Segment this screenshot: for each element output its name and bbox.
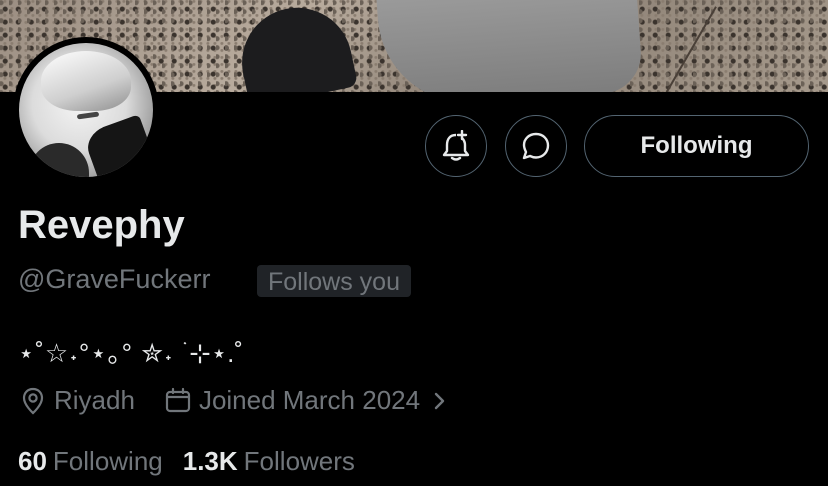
avatar-hair: [41, 51, 131, 111]
follows-you-badge: Follows you: [257, 265, 411, 297]
following-button[interactable]: Following: [584, 115, 809, 177]
location-item: Riyadh: [18, 385, 135, 416]
calendar-icon: [165, 387, 191, 412]
following-stat[interactable]: 60 Following: [18, 446, 163, 477]
banner-shoe: [231, 0, 359, 92]
message-button[interactable]: [505, 115, 567, 177]
display-name: Revephy: [18, 203, 185, 247]
followers-label: Followers: [243, 446, 355, 476]
bell-plus-icon: [442, 130, 470, 161]
profile-bio: ⋆˚☆˖°⋆｡° ✮˖ ࣪ ⊹⋆.˚: [18, 338, 244, 368]
user-handle: @GraveFuckerr: [18, 264, 211, 294]
followers-count: 1.3K: [182, 446, 238, 476]
avatar-shadow: [82, 114, 153, 177]
location-text: Riyadh: [54, 385, 135, 415]
joined-text: Joined March 2024: [198, 385, 421, 415]
following-label: Following: [52, 446, 163, 476]
chevron-right-icon: [434, 392, 445, 409]
banner-floor-crack: [665, 6, 717, 92]
location-pin-icon: [22, 387, 44, 414]
profile-meta: Riyadh Joined March 2024: [18, 385, 450, 416]
follow-stats: 60 Following 1.3K Followers: [18, 446, 355, 477]
notifications-button[interactable]: [425, 115, 487, 177]
avatar-image: [19, 43, 153, 177]
followers-stat[interactable]: 1.3K Followers: [183, 446, 355, 477]
profile-avatar[interactable]: [13, 37, 159, 183]
avatar-shadow: [29, 143, 89, 177]
avatar-eye: [76, 111, 100, 120]
following-count: 60: [18, 446, 47, 476]
joined-item[interactable]: Joined March 2024: [163, 385, 450, 416]
message-bubble-icon: [522, 132, 550, 160]
banner-leg: [376, 0, 644, 92]
